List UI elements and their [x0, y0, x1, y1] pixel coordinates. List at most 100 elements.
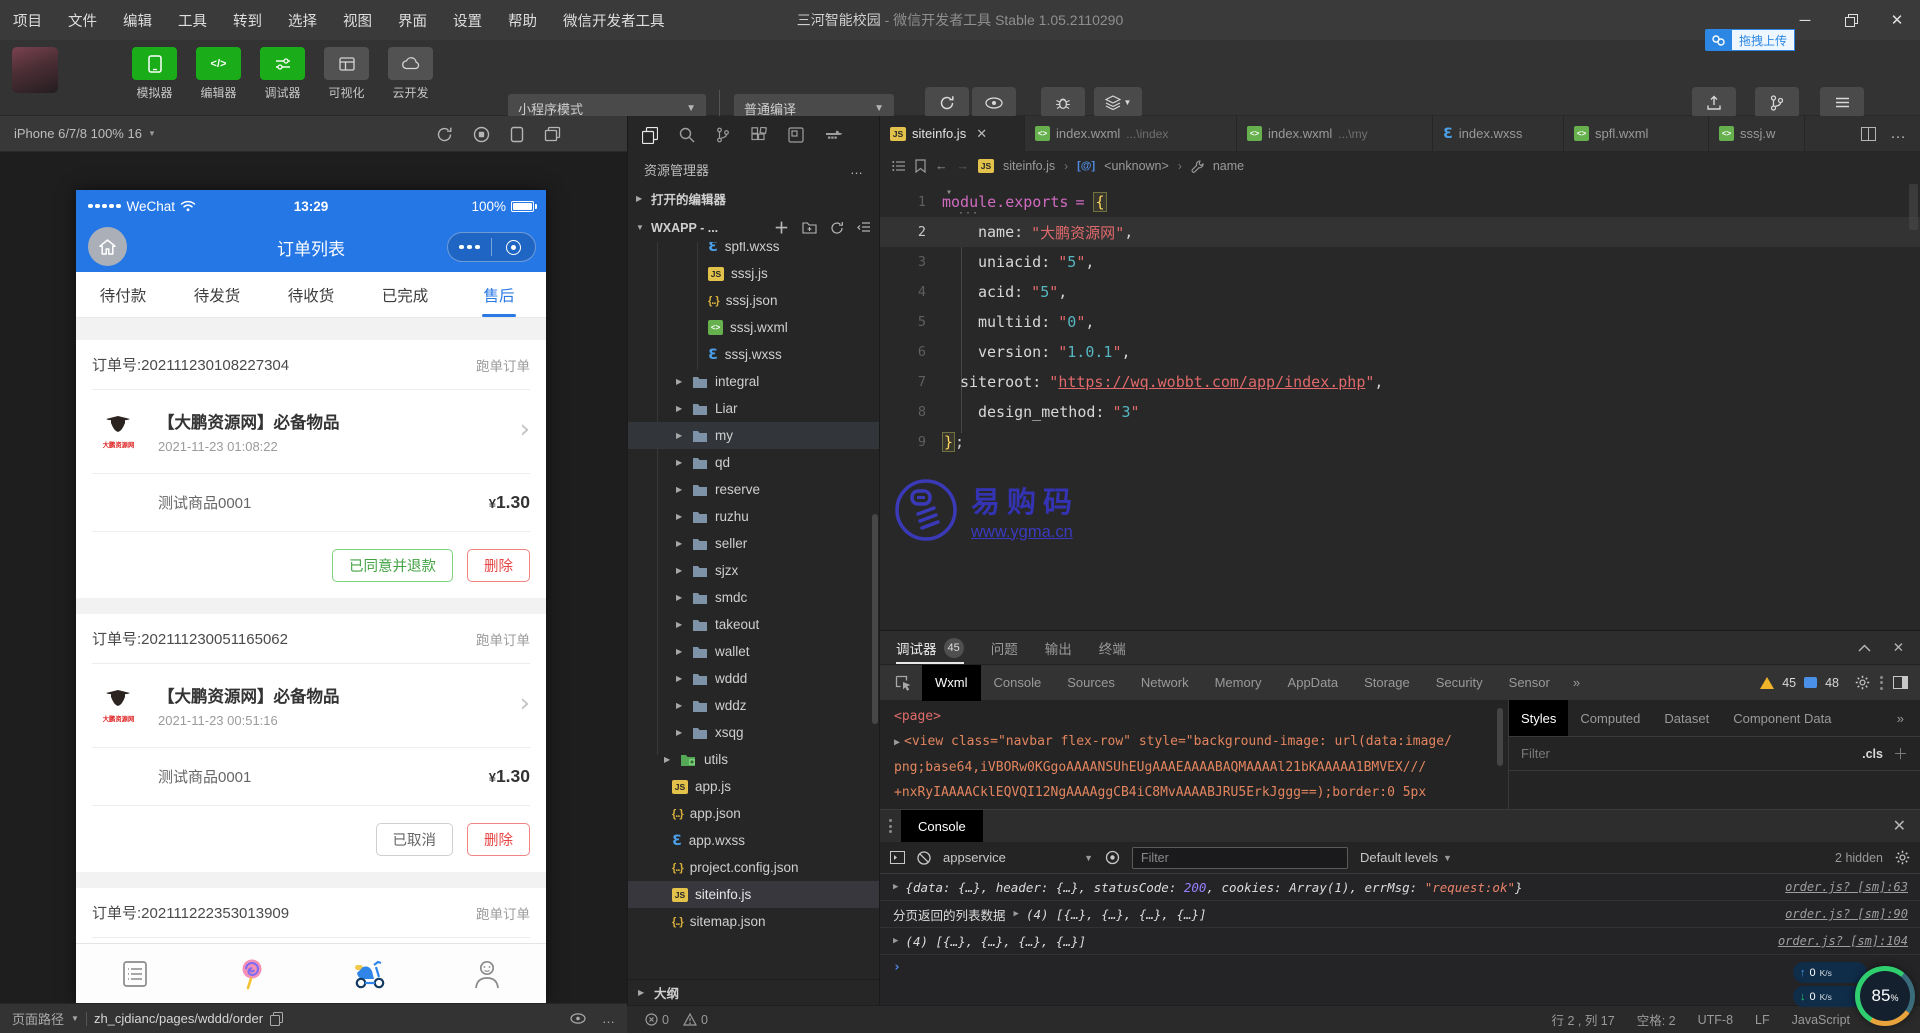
tabbar-lollipop-icon[interactable] [194, 944, 312, 1003]
problems-warnings[interactable]: 0 [682, 1013, 708, 1027]
fold-caret-icon[interactable]: ▾ [946, 187, 952, 198]
tree-item[interactable]: 3 sssj.wxss [628, 341, 879, 368]
outline-list-icon[interactable] [892, 160, 906, 172]
clear-console-icon[interactable] [917, 850, 931, 865]
menu-file[interactable]: 文件 [55, 0, 110, 40]
tab-sssj-wxml[interactable]: <> sssj.w [1709, 116, 1805, 151]
close-miniprogram-button[interactable] [492, 239, 535, 255]
devtools-tab-sources[interactable]: Sources [1054, 665, 1128, 701]
outline-section[interactable]: ▶ 大纲 [628, 979, 879, 1005]
tree-item[interactable]: 3 spfl.wxss [628, 242, 879, 260]
tab-pending-receipt[interactable]: 待收货 [264, 272, 358, 317]
cursor-position[interactable]: 行 2 , 列 17 [1551, 1010, 1614, 1029]
tree-folder[interactable]: ▶ smdc [628, 584, 879, 611]
close-icon[interactable]: ✕ [976, 126, 987, 142]
drag-handle-icon[interactable] [880, 819, 901, 833]
simulator-toggle-button[interactable]: 模拟器 [130, 47, 179, 101]
container-icon[interactable] [825, 128, 843, 142]
computed-tab[interactable]: Computed [1568, 700, 1652, 736]
tree-folder[interactable]: ▶ wddd [628, 665, 879, 692]
tab-completed[interactable]: 已完成 [358, 272, 452, 317]
tree-folder[interactable]: ▶ reserve [628, 476, 879, 503]
expand-arrow-icon[interactable]: ▶ [893, 882, 898, 892]
order-product-row[interactable]: 大鹏资源网 【大鹏资源网】必备物品 2021-11-23 00:51:16 › [92, 664, 530, 748]
page-path-label[interactable]: 页面路径 [12, 1009, 64, 1028]
dataset-tab[interactable]: Dataset [1652, 700, 1721, 736]
styles-filter-input[interactable] [1521, 746, 1781, 761]
source-link[interactable]: order.js? [sm]:104 [1778, 934, 1908, 948]
tab-debugger[interactable]: 调试器 45 [896, 631, 964, 664]
scrollbar[interactable] [1497, 708, 1503, 766]
tree-folder[interactable]: ▶ sjzx [628, 557, 879, 584]
tab-terminal[interactable]: 终端 [1099, 638, 1126, 658]
open-editors-section[interactable]: ▶ 打开的编辑器 [628, 184, 879, 213]
expand-arrow-icon[interactable]: ▶ [894, 737, 900, 748]
console-log-row[interactable]: ▶ (4) [{…}, {…}, {…}, {…}] order.js? [sm… [880, 928, 1920, 955]
tree-item[interactable]: JS sssj.js [628, 260, 879, 287]
tab-spfl-wxml[interactable]: <> spfl.wxml [1564, 116, 1709, 151]
tree-item[interactable]: <> sssj.wxml [628, 314, 879, 341]
encoding[interactable]: UTF-8 [1698, 1013, 1733, 1027]
tree-folder[interactable]: ▶ Liar [628, 395, 879, 422]
console-tab[interactable]: Console [901, 810, 983, 842]
restart-icon[interactable] [436, 126, 453, 143]
eol-setting[interactable]: LF [1755, 1013, 1770, 1027]
collapse-panel-icon[interactable] [1858, 643, 1871, 652]
menu-goto[interactable]: 转到 [220, 0, 275, 40]
breadcrumb-node[interactable]: <unknown> [1104, 159, 1169, 173]
close-button[interactable]: ✕ [1874, 0, 1920, 40]
more-tabs-icon[interactable]: » [1887, 711, 1914, 726]
console-log-row[interactable]: 分页返回的列表数据 ▶ (4) [{…}, {…}, {…}, {…}] ord… [880, 901, 1920, 928]
tab-problems[interactable]: 问题 [991, 638, 1018, 658]
tree-item[interactable]: 3 app.wxss [628, 827, 879, 854]
scrollbar[interactable] [1909, 184, 1918, 230]
tabbar-delivery-icon[interactable] [311, 944, 429, 1003]
tree-item[interactable]: JS app.js [628, 773, 879, 800]
devtools-tab-console[interactable]: Console [981, 665, 1055, 701]
devtools-tab-appdata[interactable]: AppData [1275, 665, 1352, 701]
component-data-tab[interactable]: Component Data [1721, 700, 1843, 736]
device-selector[interactable]: iPhone 6/7/8 100% 16 [14, 126, 142, 141]
tree-folder[interactable]: ▶ wallet [628, 638, 879, 665]
tree-item[interactable]: {..} sssj.json [628, 287, 879, 314]
more-icon[interactable]: … [602, 1011, 615, 1026]
visual-toggle-button[interactable]: 可视化 [322, 47, 371, 101]
bookmark-icon[interactable] [915, 159, 926, 173]
tab-output[interactable]: 输出 [1045, 638, 1072, 658]
back-arrow-icon[interactable]: ← [935, 159, 948, 173]
source-link[interactable]: order.js? [sm]:63 [1785, 880, 1908, 894]
eye-icon[interactable] [570, 1013, 586, 1024]
menu-select[interactable]: 选择 [275, 0, 330, 40]
cancelled-status-button[interactable]: 已取消 [375, 822, 453, 856]
cloud-dev-button[interactable]: 云开发 [386, 47, 435, 101]
tab-aftersale[interactable]: 售后 [452, 272, 546, 317]
more-tabs-icon[interactable]: » [1563, 675, 1590, 690]
kebab-menu-icon[interactable] [1878, 675, 1885, 690]
user-avatar[interactable] [12, 47, 58, 93]
breadcrumb-file[interactable]: siteinfo.js [1003, 159, 1055, 173]
menu-devtools[interactable]: 微信开发者工具 [550, 0, 678, 40]
tree-folder[interactable]: ▶ ruzhu [628, 503, 879, 530]
console-log-row[interactable]: ▶ {data: {…}, header: {…}, statusCode: 2… [880, 874, 1920, 901]
tab-pending-shipment[interactable]: 待发货 [170, 272, 264, 317]
plugin-panel-icon[interactable] [788, 127, 804, 143]
project-section[interactable]: ▼ WXAPP - ... ＋ [628, 213, 879, 242]
menu-project[interactable]: 项目 [0, 0, 55, 40]
debugger-toggle-button[interactable]: 调试器 [258, 47, 307, 101]
console-sidebar-icon[interactable] [890, 851, 905, 864]
code-area[interactable]: ··· 1 ▾ module.exports ={ 2 name: "大鹏资源网",… [880, 181, 1920, 457]
menu-help[interactable]: 帮助 [495, 0, 550, 40]
add-style-icon[interactable]: ＋ [1893, 743, 1908, 764]
wxml-tree[interactable]: <page> ▶ <view class="navbar flex-row" st… [880, 700, 1508, 809]
tree-folder[interactable]: ▶ takeout [628, 611, 879, 638]
tree-folder[interactable]: ▶ xsqg [628, 719, 879, 746]
delete-order-button[interactable]: 删除 [467, 548, 530, 582]
language-mode[interactable]: JavaScript [1792, 1013, 1850, 1027]
tabbar-orders-icon[interactable] [76, 944, 194, 1003]
devtools-settings-icon[interactable] [1855, 675, 1870, 690]
scrollbar[interactable] [872, 514, 878, 724]
devtools-tab-security[interactable]: Security [1423, 665, 1496, 701]
delete-order-button[interactable]: 删除 [467, 822, 530, 856]
tree-item-selected[interactable]: JS siteinfo.js [628, 881, 879, 908]
refresh-icon[interactable] [830, 221, 844, 235]
